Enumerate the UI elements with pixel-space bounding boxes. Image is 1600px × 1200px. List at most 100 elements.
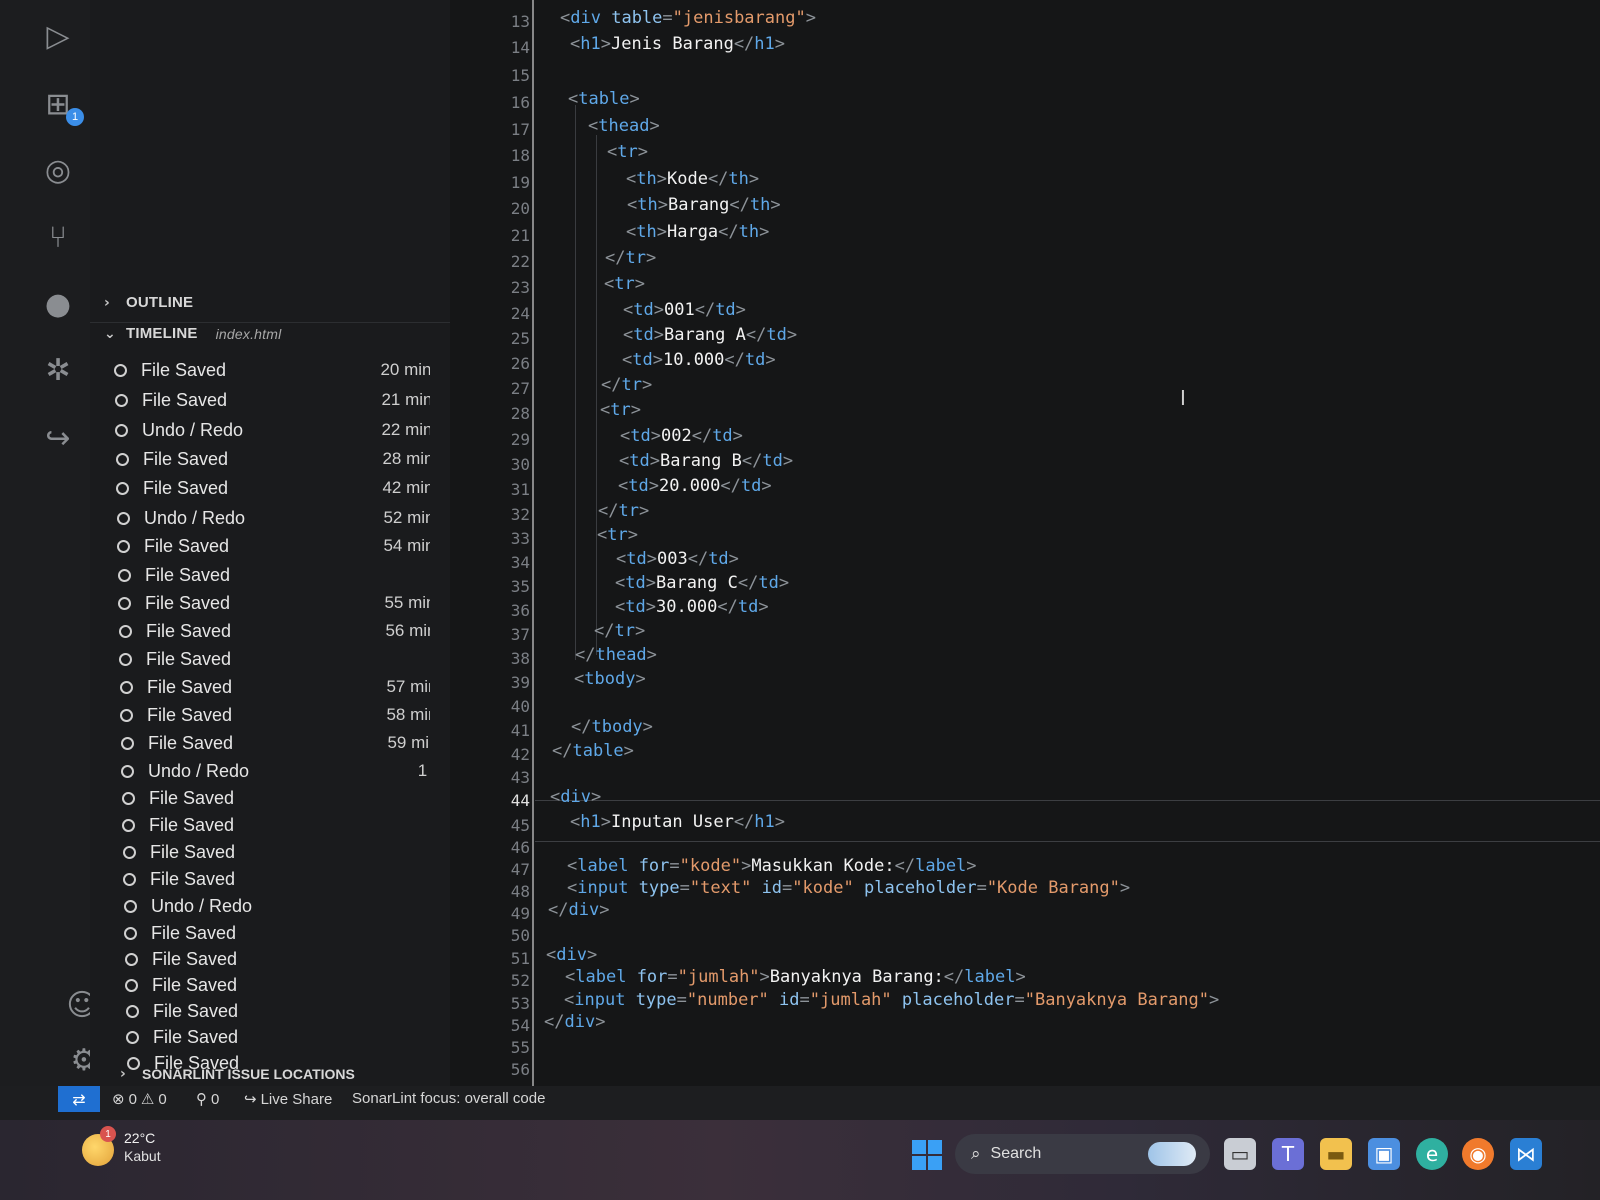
timeline-item-label: File Saved bbox=[149, 787, 235, 808]
code-line[interactable]: <td>Barang C</td> bbox=[615, 573, 789, 593]
timeline-item[interactable]: File Saved56 mins bbox=[115, 617, 430, 645]
code-line[interactable]: <td>003</td> bbox=[616, 549, 739, 569]
code-line[interactable]: <tr> bbox=[600, 400, 641, 420]
timeline-item[interactable]: File Saved bbox=[122, 1023, 430, 1051]
code-line[interactable]: <tbody> bbox=[574, 669, 646, 689]
remote-explorer-icon[interactable]: ◎ bbox=[38, 150, 78, 190]
code-line[interactable]: <div table="jenisbarang"> bbox=[560, 8, 816, 28]
code-line[interactable]: <td>20.000</td> bbox=[618, 476, 772, 496]
timeline-item-label: File Saved bbox=[153, 1026, 239, 1047]
code-line[interactable]: </table> bbox=[552, 741, 634, 761]
ports-count: 0 bbox=[211, 1090, 220, 1108]
code-line[interactable]: <h1>Jenis Barang</h1> bbox=[570, 34, 785, 54]
problems-indicator[interactable]: ⊗ 0 ⚠ 0 bbox=[112, 1090, 167, 1108]
timeline-item[interactable]: File Saved bbox=[118, 784, 430, 812]
timeline-item[interactable]: File Saved58 mins bbox=[116, 701, 430, 729]
code-line[interactable]: <input type="text" id="kode" placeholder… bbox=[567, 878, 1130, 898]
timeline-item[interactable]: File Saved bbox=[114, 561, 430, 589]
code-line[interactable]: <tr> bbox=[604, 274, 645, 294]
timeline-item[interactable]: File Saved bbox=[122, 997, 430, 1025]
outline-section-header[interactable]: › OUTLINE bbox=[104, 294, 193, 311]
timeline-item[interactable]: File Saved42 mins bbox=[112, 474, 430, 502]
line-number: 51 bbox=[510, 949, 530, 968]
timeline-item[interactable]: Undo / Redo 1 hr bbox=[117, 757, 430, 785]
timeline-item[interactable]: Undo / Redo bbox=[120, 892, 430, 920]
editor[interactable]: 13 14 15 16 17 18 19 20 21 22 23 24 25 26 27 28 29 30 31 32… bbox=[450, 0, 1600, 1108]
timeline-item[interactable]: File Saved28 mins bbox=[112, 445, 430, 473]
timeline-item[interactable]: File Saved bbox=[119, 838, 430, 866]
line-number: 47 bbox=[510, 860, 530, 879]
code-line[interactable]: <td>002</td> bbox=[620, 426, 743, 446]
live-share-status[interactable]: ↪ Live Share bbox=[244, 1090, 332, 1108]
code-line[interactable]: <h1>Inputan User</h1> bbox=[570, 812, 785, 832]
github-icon[interactable]: ● bbox=[38, 284, 78, 324]
code-line[interactable]: <th>Barang</th> bbox=[627, 195, 781, 215]
code-line[interactable]: </tr> bbox=[605, 248, 656, 268]
extensions-icon[interactable]: ⊞ 1 bbox=[38, 84, 84, 126]
edge-icon[interactable]: e bbox=[1416, 1138, 1448, 1170]
taskbar-search[interactable]: ⌕ Search bbox=[955, 1134, 1210, 1174]
file-explorer-icon[interactable]: ▬ bbox=[1320, 1138, 1352, 1170]
remote-indicator-icon[interactable]: ⇄ bbox=[58, 1086, 100, 1112]
windows-start-icon[interactable] bbox=[912, 1140, 942, 1170]
code-line[interactable]: <label for="jumlah">Banyaknya Barang:</l… bbox=[565, 967, 1026, 987]
sonarlint-status[interactable]: SonarLint focus: overall code bbox=[352, 1090, 545, 1107]
code-line[interactable]: </tr> bbox=[601, 375, 652, 395]
vscode-icon[interactable]: ⋈ bbox=[1510, 1138, 1542, 1170]
chevron-right-icon: › bbox=[104, 294, 110, 311]
code-line[interactable]: <table> bbox=[568, 89, 640, 109]
timeline-item[interactable]: File Saved bbox=[120, 919, 430, 947]
code-line[interactable]: <tr> bbox=[607, 142, 648, 162]
code-line[interactable]: <th>Kode</th> bbox=[626, 169, 759, 189]
line-number: 13 bbox=[510, 12, 530, 31]
timeline-item[interactable]: File Saved21 mins bbox=[111, 386, 430, 414]
code-line[interactable]: </tr> bbox=[598, 501, 649, 521]
code-line[interactable]: <td>10.000</td> bbox=[622, 350, 776, 370]
timeline-item[interactable]: File Saved55 mins bbox=[114, 589, 430, 617]
code-line[interactable]: </tr> bbox=[594, 621, 645, 641]
circle-outline-icon bbox=[118, 568, 131, 582]
code-line[interactable]: </div> bbox=[544, 1012, 605, 1032]
code-line[interactable]: <div> bbox=[546, 945, 597, 965]
code-line[interactable]: </thead> bbox=[575, 645, 657, 665]
source-control-icon[interactable]: ⑂ bbox=[38, 217, 78, 257]
code-line[interactable]: <th>Harga</th> bbox=[626, 222, 769, 242]
weather-description[interactable]: Kabut bbox=[124, 1148, 161, 1164]
code-line[interactable]: <thead> bbox=[588, 116, 660, 136]
store-icon[interactable]: ▣ bbox=[1368, 1138, 1400, 1170]
extensions-badge: 1 bbox=[66, 108, 84, 126]
code-line[interactable]: <td>Barang B</td> bbox=[619, 451, 793, 471]
timeline-item[interactable]: File Saved bbox=[115, 645, 430, 673]
timeline-item[interactable]: File Saved bbox=[119, 865, 430, 893]
kubernetes-icon[interactable]: ✲ bbox=[38, 350, 78, 390]
code-line[interactable]: <div> bbox=[550, 787, 601, 807]
teams-icon[interactable]: T bbox=[1272, 1138, 1304, 1170]
run-debug-icon[interactable]: ▷ bbox=[38, 16, 78, 56]
code-line[interactable]: </tbody> bbox=[571, 717, 653, 737]
code-line[interactable]: <input type="number" id="jumlah" placeho… bbox=[564, 990, 1219, 1010]
firefox-icon[interactable]: ◉ bbox=[1462, 1138, 1494, 1170]
timeline-item[interactable]: File Saved59 mins bbox=[117, 729, 430, 757]
code-line[interactable]: <td>30.000</td> bbox=[615, 597, 769, 617]
live-share-icon[interactable]: ↪ bbox=[38, 418, 78, 458]
weather-temperature[interactable]: 22°C bbox=[124, 1130, 155, 1146]
timeline-item[interactable]: Undo / Redo22 mins bbox=[111, 416, 430, 444]
timeline-item[interactable]: File Saved20 mins bbox=[110, 356, 430, 384]
ports-indicator[interactable]: ⚲ 0 bbox=[196, 1090, 219, 1108]
code-line[interactable]: <label for="kode">Masukkan Kode:</label> bbox=[567, 856, 977, 876]
timeline-item[interactable]: File Saved bbox=[121, 971, 430, 999]
code-line[interactable]: <td>001</td> bbox=[623, 300, 746, 320]
timeline-item[interactable]: File Saved bbox=[121, 945, 430, 973]
task-view-icon[interactable]: ▭ bbox=[1224, 1138, 1256, 1170]
code-line[interactable]: <tr> bbox=[597, 525, 638, 545]
code-line[interactable]: <td>Barang A</td> bbox=[623, 325, 797, 345]
timeline-item[interactable]: File Saved bbox=[118, 811, 430, 839]
timeline-item[interactable]: File Saved57 mins bbox=[116, 673, 430, 701]
timeline-item[interactable]: Undo / Redo52 mins bbox=[113, 504, 430, 532]
line-number: 45 bbox=[510, 816, 530, 835]
timeline-item[interactable]: File Saved54 mins bbox=[113, 532, 430, 560]
timeline-section-header[interactable]: ⌄ TIMELINE index.html bbox=[104, 325, 281, 342]
sonarlint-section-header[interactable]: › SONARLINT ISSUE LOCATIONS bbox=[120, 1066, 355, 1082]
code-line[interactable]: </div> bbox=[548, 900, 609, 920]
line-number: 36 bbox=[510, 601, 530, 620]
